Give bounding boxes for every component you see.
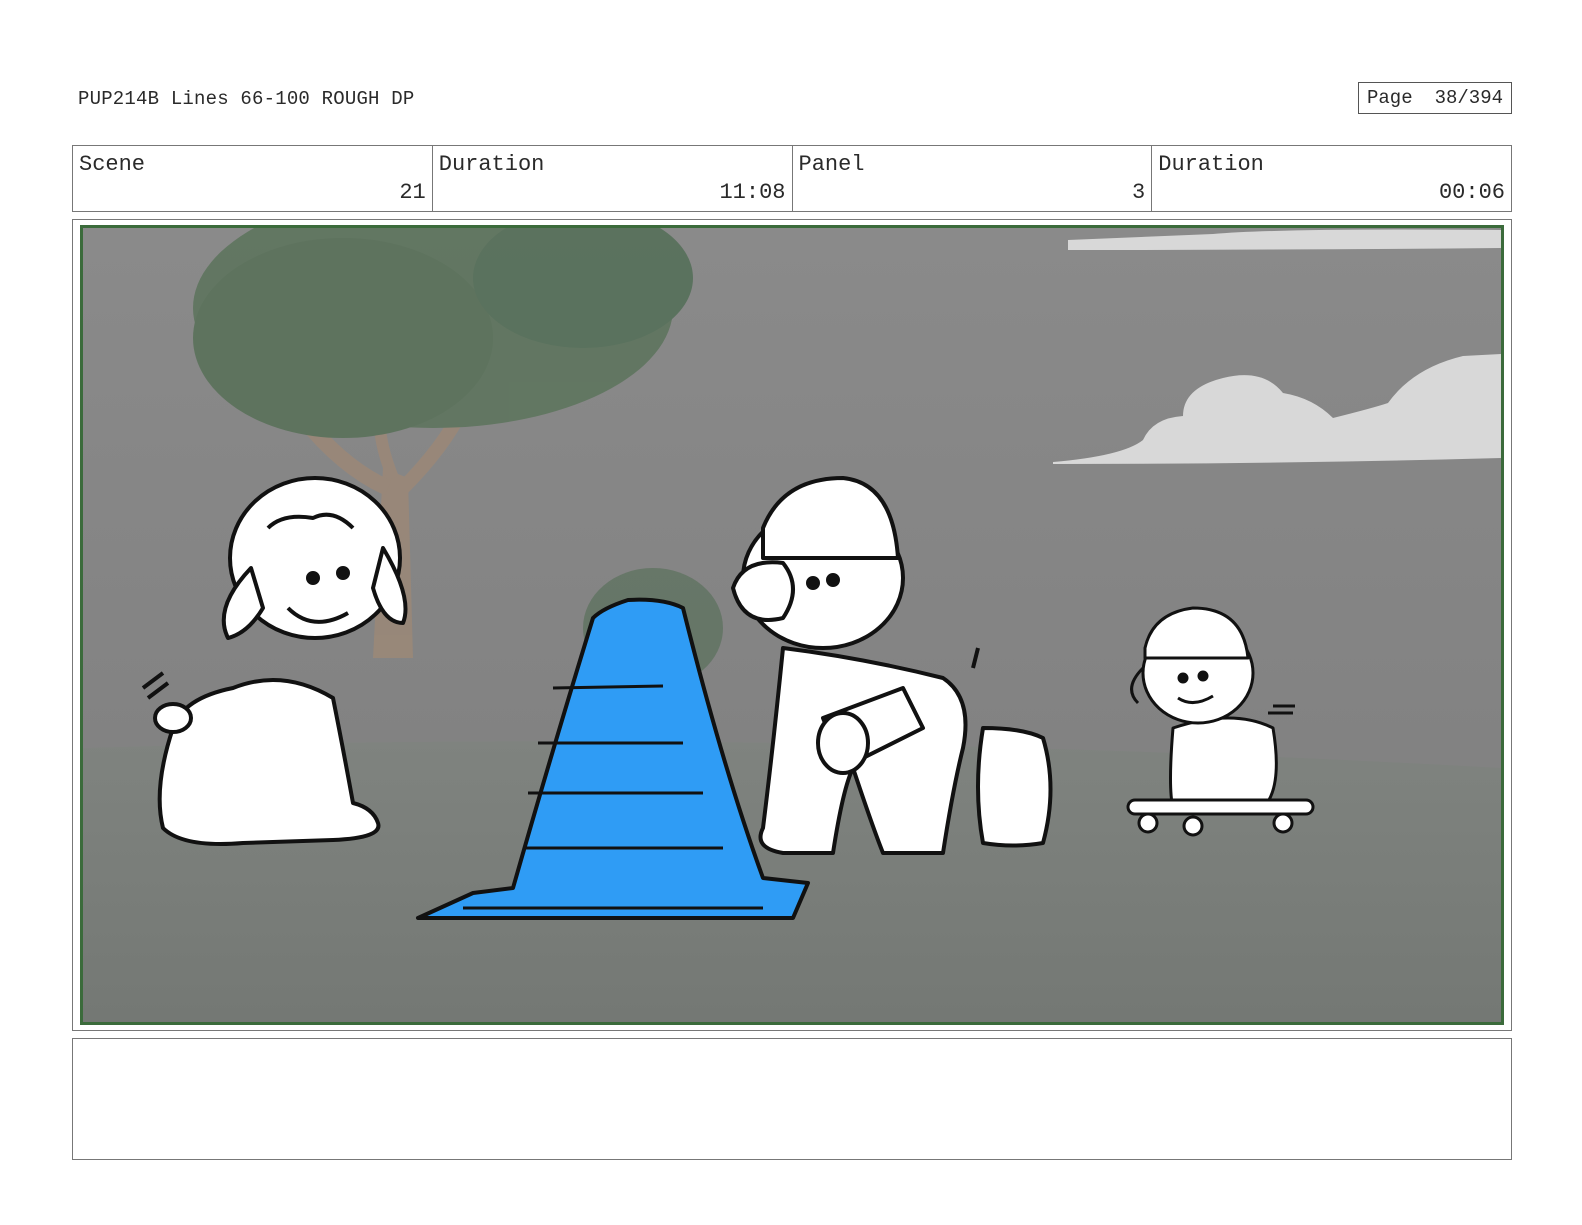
- scene-label: Scene: [79, 152, 146, 177]
- panel-duration-label: Duration: [1158, 152, 1264, 177]
- document-title: PUP214B Lines 66-100 ROUGH DP: [78, 88, 415, 110]
- panel-info-table: Scene 21 Duration 11:08 Panel 3 Duration…: [72, 145, 1512, 212]
- page-label: Page: [1366, 87, 1413, 109]
- storyboard-panel-image: [80, 225, 1504, 1025]
- notes-box: [72, 1038, 1512, 1160]
- panel-duration-value: 00:06: [1438, 180, 1505, 205]
- scene-cell: Scene 21: [73, 146, 433, 211]
- scene-value: 21: [399, 180, 426, 205]
- panel-value: 3: [1132, 180, 1146, 205]
- scene-duration-value: 11:08: [719, 180, 786, 205]
- panel-label: Panel: [798, 152, 865, 177]
- panel-duration-cell: Duration 00:06: [1152, 146, 1511, 211]
- page-indicator: Page 38/394: [1358, 82, 1512, 114]
- scene-duration-label: Duration: [438, 152, 545, 177]
- panel-cell: Panel 3: [793, 146, 1153, 211]
- storyboard-panel-illustration: [83, 228, 1501, 1022]
- scene-duration-cell: Duration 11:08: [433, 146, 793, 211]
- page-number: 38/394: [1434, 87, 1504, 109]
